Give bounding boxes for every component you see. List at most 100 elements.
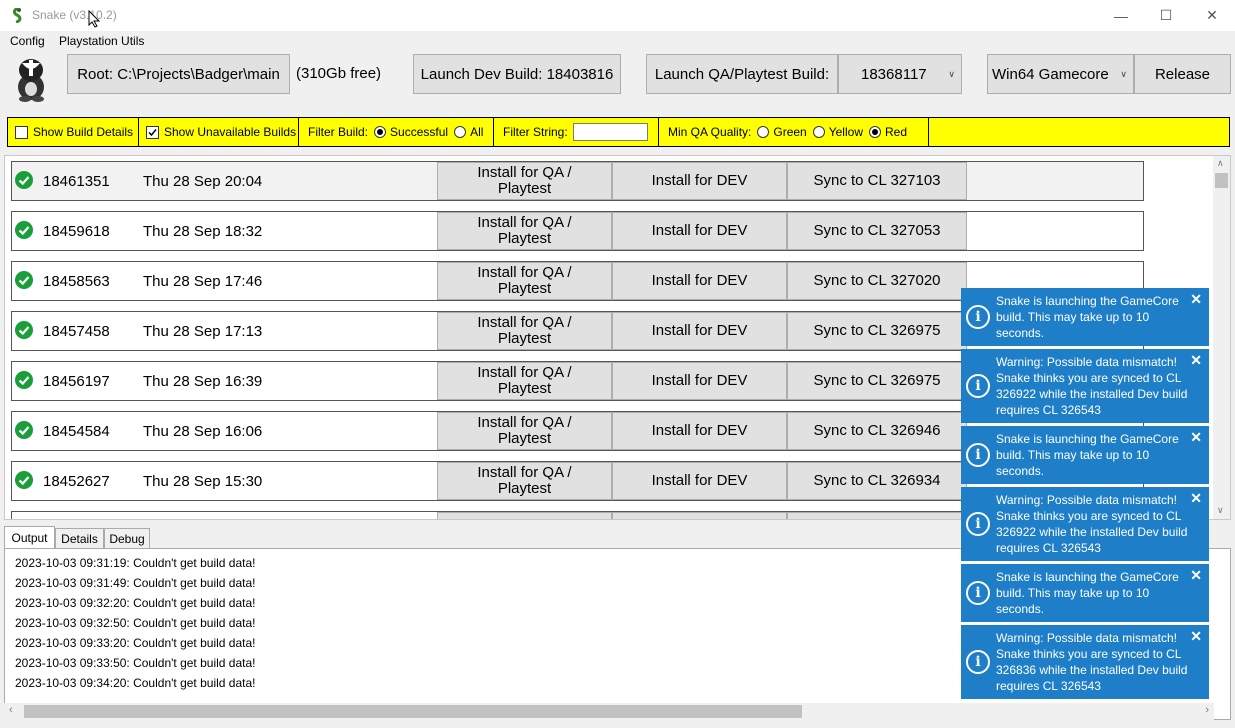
menu-config[interactable]: Config [10, 34, 45, 48]
scroll-down-icon[interactable]: ∨ [1217, 505, 1224, 516]
install-dev-button-partial[interactable] [612, 512, 787, 519]
install-qa-button-partial[interactable] [437, 512, 612, 519]
filter-string-input[interactable] [572, 123, 648, 141]
close-notification-icon[interactable]: ✕ [1190, 490, 1202, 506]
install-qa-button[interactable]: Install for QA / Playtest [437, 162, 612, 200]
scroll-up-icon[interactable]: ∧ [1217, 158, 1224, 169]
build-date: Thu 28 Sep 20:04 [143, 173, 263, 190]
filter-string-group: Filter String: [494, 118, 659, 146]
notification-message: Warning: Possible data mismatch! Snake t… [996, 631, 1188, 693]
root-path-button[interactable]: Root: C:\Projects\Badger\main [67, 54, 290, 94]
log-line: 2023-10-03 09:34:20: Couldn't get build … [15, 676, 256, 690]
horizontal-scroll-thumb[interactable] [24, 705, 802, 718]
install-dev-button[interactable]: Install for DEV [612, 212, 787, 250]
log-line: 2023-10-03 09:31:19: Couldn't get build … [15, 556, 256, 570]
menu-playstation-utils[interactable]: Playstation Utils [59, 34, 144, 48]
filter-build-label: Filter Build: [308, 125, 369, 139]
close-notification-icon[interactable]: ✕ [1190, 291, 1202, 307]
show-build-details-checkbox[interactable] [15, 125, 28, 139]
build-list-scrollbar[interactable]: ∧ ∨ [1213, 156, 1230, 519]
platform-value: Win64 Gamecore [992, 65, 1109, 83]
output-horizontal-scrollbar[interactable]: ‹ › [4, 703, 1214, 720]
build-row[interactable]: 18459618 Thu 28 Sep 18:32 Install for QA /… [11, 211, 1144, 251]
install-qa-button[interactable]: Install for QA / Playtest [437, 312, 612, 350]
install-dev-button[interactable]: Install for DEV [612, 312, 787, 350]
install-dev-button[interactable]: Install for DEV [612, 162, 787, 200]
platform-select[interactable]: Win64 Gamecore ∨ [987, 54, 1134, 94]
close-notification-icon[interactable]: ✕ [1190, 352, 1202, 368]
close-notification-icon[interactable]: ✕ [1190, 429, 1202, 445]
show-unavailable-builds-checkbox[interactable] [146, 125, 159, 139]
green-radio[interactable] [757, 126, 770, 138]
notification-toast[interactable]: i Snake is launching the GameCore build. … [961, 288, 1209, 346]
install-qa-label: Install for QA / Playtest [477, 414, 572, 447]
scroll-thumb[interactable] [1215, 173, 1228, 188]
sync-cl-button[interactable]: Sync to CL 326934 [787, 462, 967, 500]
scroll-right-icon[interactable]: › [1205, 704, 1209, 716]
show-unavailable-builds-label: Show Unavailable Builds [164, 125, 297, 139]
all-radio[interactable] [454, 126, 467, 138]
tab-details[interactable]: Details [55, 528, 104, 548]
launch-qa-build-button[interactable]: Launch QA/Playtest Build: [646, 54, 838, 94]
sync-cl-button[interactable]: Sync to CL 327020 [787, 262, 967, 300]
install-qa-button[interactable]: Install for QA / Playtest [437, 362, 612, 400]
notification-message: Snake is launching the GameCore build. T… [996, 294, 1179, 340]
build-row[interactable]: 18461351 Thu 28 Sep 20:04 Install for QA /… [11, 161, 1144, 201]
scroll-left-icon[interactable]: ‹ [9, 704, 13, 716]
close-notification-icon[interactable]: ✕ [1190, 628, 1202, 644]
install-qa-button[interactable]: Install for QA / Playtest [437, 462, 612, 500]
qa-build-select[interactable]: 18368117 ∨ [838, 54, 962, 94]
release-config-button[interactable]: Release [1134, 54, 1231, 94]
sync-cl-button[interactable]: Sync to CL 327103 [787, 162, 967, 200]
build-number: 18457458 [43, 323, 110, 340]
green-label: Green [773, 125, 807, 139]
notification-message: Warning: Possible data mismatch! Snake t… [996, 493, 1188, 555]
yellow-radio[interactable] [812, 126, 825, 138]
minimize-icon[interactable]: — [1098, 0, 1144, 31]
install-dev-button[interactable]: Install for DEV [612, 462, 787, 500]
notification-toast[interactable]: i Warning: Possible data mismatch! Snake … [961, 487, 1209, 561]
install-qa-label: Install for QA / Playtest [477, 264, 572, 297]
snake-app-icon [13, 8, 22, 23]
info-icon: i [966, 512, 990, 536]
maximize-icon[interactable]: ☐ [1143, 0, 1189, 31]
install-dev-button[interactable]: Install for DEV [612, 262, 787, 300]
install-qa-button[interactable]: Install for QA / Playtest [437, 212, 612, 250]
notification-toast[interactable]: i Snake is launching the GameCore build. … [961, 564, 1209, 622]
show-build-details-toggle[interactable]: Show Build Details [8, 118, 139, 146]
notification-toast[interactable]: i Snake is launching the GameCore build. … [961, 426, 1209, 484]
show-unavailable-builds-toggle[interactable]: Show Unavailable Builds [139, 118, 299, 146]
install-qa-button[interactable]: Install for QA / Playtest [437, 262, 612, 300]
tab-output[interactable]: Output [4, 526, 55, 548]
log-line: 2023-10-03 09:32:50: Couldn't get build … [15, 616, 256, 630]
install-qa-button[interactable]: Install for QA / Playtest [437, 412, 612, 450]
install-qa-label: Install for QA / Playtest [477, 214, 572, 247]
log-line: 2023-10-03 09:33:50: Couldn't get build … [15, 656, 256, 670]
sync-cl-button[interactable]: Sync to CL 327053 [787, 212, 967, 250]
sync-cl-button[interactable]: Sync to CL 326946 [787, 412, 967, 450]
sync-cl-button[interactable]: Sync to CL 326975 [787, 362, 967, 400]
tab-debug[interactable]: Debug [104, 528, 150, 548]
notification-toast[interactable]: i Warning: Possible data mismatch! Snake … [961, 625, 1209, 699]
sync-button-partial[interactable] [787, 512, 967, 519]
successful-label: Successful [390, 125, 449, 139]
successful-radio[interactable] [374, 126, 387, 138]
install-dev-button[interactable]: Install for DEV [612, 362, 787, 400]
build-date: Thu 28 Sep 18:32 [143, 223, 263, 240]
badger-logo [18, 59, 44, 102]
close-window-icon[interactable]: ✕ [1189, 0, 1235, 31]
chevron-down-icon: ∨ [948, 69, 955, 79]
close-notification-icon[interactable]: ✕ [1190, 567, 1202, 583]
install-dev-button[interactable]: Install for DEV [612, 412, 787, 450]
red-radio[interactable] [868, 126, 881, 138]
build-date: Thu 28 Sep 15:30 [143, 473, 263, 490]
sync-cl-button[interactable]: Sync to CL 326975 [787, 312, 967, 350]
red-label: Red [884, 125, 907, 139]
min-qa-quality-label: Min QA Quality: [668, 125, 752, 139]
menu-bar: Config Playstation Utils [0, 31, 1235, 51]
success-check-icon [15, 171, 33, 189]
title-bar: Snake (v3.10.2) — ☐ ✕ [0, 0, 1235, 31]
launch-dev-build-button[interactable]: Launch Dev Build: 18403816 [413, 54, 621, 94]
build-date: Thu 28 Sep 16:06 [143, 423, 263, 440]
notification-toast[interactable]: i Warning: Possible data mismatch! Snake … [961, 349, 1209, 423]
